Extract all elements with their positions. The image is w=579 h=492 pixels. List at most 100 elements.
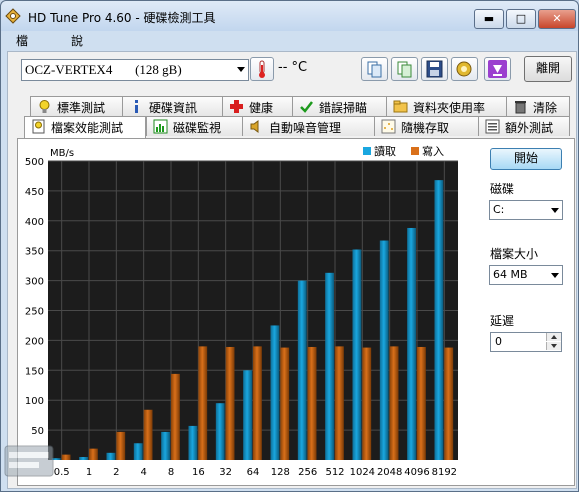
read-bar bbox=[325, 272, 334, 460]
write-bar bbox=[335, 346, 344, 460]
tab-label: 硬碟資訊 bbox=[149, 101, 198, 115]
tab-noise-management[interactable]: 自動噪音管理 bbox=[242, 116, 376, 136]
app-window: HD Tune Pro 4.60 - 硬碟檢測工具 ▬ □ ✕ 檔案(F) 說明… bbox=[0, 0, 579, 492]
read-bar bbox=[133, 443, 143, 460]
chart-ylabel: MB/s bbox=[50, 148, 74, 159]
window-title: HD Tune Pro 4.60 - 硬碟檢測工具 bbox=[28, 11, 216, 25]
y-tick-label: 200 bbox=[25, 336, 44, 347]
speaker-icon bbox=[250, 120, 259, 133]
copy-screenshot-button[interactable] bbox=[391, 57, 418, 81]
read-bar bbox=[352, 249, 362, 460]
legend-label: 寫入 bbox=[422, 144, 444, 158]
hdtune-app-icon bbox=[5, 8, 21, 24]
temperature-button[interactable] bbox=[250, 57, 274, 81]
write-bar bbox=[143, 409, 153, 460]
delay-value: 0 bbox=[495, 335, 502, 348]
download-icon bbox=[488, 60, 507, 78]
benchmark-icon bbox=[39, 100, 50, 113]
tab-health[interactable]: 健康 bbox=[222, 96, 294, 116]
y-tick-label: 400 bbox=[25, 217, 44, 228]
options-button[interactable] bbox=[451, 57, 478, 81]
maximize-button[interactable]: □ bbox=[506, 9, 536, 29]
y-tick-label: 500 bbox=[25, 157, 44, 168]
x-tick-label: 1024 bbox=[350, 467, 375, 478]
tab-label: 自動噪音管理 bbox=[269, 121, 342, 135]
x-tick-label: 64 bbox=[247, 467, 260, 478]
copy-info-icon bbox=[367, 61, 382, 78]
temperature-readout: -- °C bbox=[278, 60, 308, 75]
write-bar bbox=[417, 346, 426, 460]
copy-info-button[interactable] bbox=[361, 57, 388, 81]
start-button[interactable]: 開始 bbox=[490, 148, 562, 170]
tab-disk-info[interactable]: 硬碟資訊 bbox=[122, 96, 224, 116]
tab-label: 額外測試 bbox=[505, 121, 554, 135]
write-bar bbox=[389, 346, 399, 460]
drive-select[interactable]: C: bbox=[489, 200, 563, 220]
close-button[interactable]: ✕ bbox=[538, 9, 576, 29]
y-tick-label: 450 bbox=[25, 187, 44, 198]
chevron-down-icon bbox=[551, 273, 559, 278]
tab-label: 清除 bbox=[533, 101, 558, 115]
read-bar bbox=[243, 370, 252, 460]
x-tick-label: 4096 bbox=[404, 467, 429, 478]
maximize-icon: □ bbox=[515, 12, 527, 25]
close-icon: ✕ bbox=[552, 12, 562, 25]
read-bar bbox=[434, 180, 444, 461]
chart-legend: 讀取 寫入 bbox=[363, 144, 444, 158]
health-icon bbox=[230, 100, 243, 113]
y-tick-label: 250 bbox=[25, 307, 44, 318]
write-bar bbox=[171, 373, 180, 460]
read-bar bbox=[106, 452, 116, 460]
tab-label: 健康 bbox=[249, 101, 274, 115]
x-tick-label: 4 bbox=[140, 467, 146, 478]
save-button[interactable] bbox=[421, 57, 448, 81]
tab-benchmark[interactable]: 標準測試 bbox=[30, 96, 124, 116]
y-tick-label: 150 bbox=[25, 366, 44, 377]
tab-label: 磁碟監視 bbox=[173, 121, 222, 135]
exit-button[interactable]: 離開 bbox=[524, 56, 572, 82]
read-bar bbox=[407, 227, 416, 460]
tab-label: 錯誤掃瞄 bbox=[319, 101, 368, 115]
write-bar bbox=[444, 347, 454, 460]
main-area: OCZ-VERTEX4 (128 gB) -- °C 離開 標準測試 硬碟資訊 … bbox=[7, 51, 577, 489]
chart-y-ticks: 50100150200250300350400450500 bbox=[25, 157, 44, 437]
write-bar bbox=[89, 448, 98, 460]
tab-row-top: 標準測試 硬碟資訊 健康 錯誤掃瞄 資料夾使用率 清除 bbox=[20, 96, 570, 116]
stepper-up-button[interactable] bbox=[546, 333, 561, 341]
watermark-logo bbox=[4, 445, 54, 477]
thermometer-icon bbox=[259, 60, 265, 78]
write-bar bbox=[225, 346, 235, 460]
read-bar bbox=[215, 403, 225, 460]
save-icon bbox=[426, 60, 443, 78]
chevron-up-icon bbox=[551, 335, 557, 339]
tab-random-access[interactable]: 隨機存取 bbox=[374, 116, 480, 136]
device-select[interactable]: OCZ-VERTEX4 (128 gB) bbox=[21, 59, 249, 81]
stepper-down-button[interactable] bbox=[546, 342, 561, 350]
tab-extra-tests[interactable]: 額外測試 bbox=[478, 116, 570, 136]
minimize-button[interactable]: ▬ bbox=[474, 9, 504, 29]
tab-row-bottom: 檔案效能測試 磁碟監視 自動噪音管理 隨機存取 額外測試 bbox=[20, 116, 570, 138]
chevron-down-icon bbox=[551, 208, 559, 213]
read-bar bbox=[379, 240, 389, 460]
legend-label: 讀取 bbox=[374, 144, 396, 158]
x-tick-label: 512 bbox=[325, 467, 344, 478]
file-size-select[interactable]: 64 MB bbox=[489, 265, 563, 285]
error-scan-icon bbox=[300, 101, 313, 113]
drive-label: 磁碟 bbox=[490, 182, 515, 196]
y-tick-label: 350 bbox=[25, 247, 44, 258]
delay-stepper[interactable]: 0 bbox=[490, 332, 562, 352]
read-bar bbox=[270, 325, 280, 460]
title-bar[interactable]: HD Tune Pro 4.60 - 硬碟檢測工具 ▬ □ ✕ bbox=[1, 1, 578, 31]
read-bar bbox=[79, 457, 88, 460]
device-size: (128 gB) bbox=[135, 62, 182, 77]
tab-folder-usage[interactable]: 資料夾使用率 bbox=[386, 96, 508, 116]
tab-file-benchmark[interactable]: 檔案效能測試 bbox=[24, 116, 146, 138]
device-name: OCZ-VERTEX4 bbox=[25, 62, 113, 77]
chevron-down-icon bbox=[237, 67, 245, 72]
write-bar bbox=[198, 346, 208, 460]
write-bar bbox=[253, 346, 262, 460]
tab-erase[interactable]: 清除 bbox=[506, 96, 570, 116]
tab-error-scan[interactable]: 錯誤掃瞄 bbox=[292, 96, 388, 116]
download-button[interactable] bbox=[484, 57, 511, 81]
tab-disk-monitor[interactable]: 磁碟監視 bbox=[146, 116, 244, 136]
